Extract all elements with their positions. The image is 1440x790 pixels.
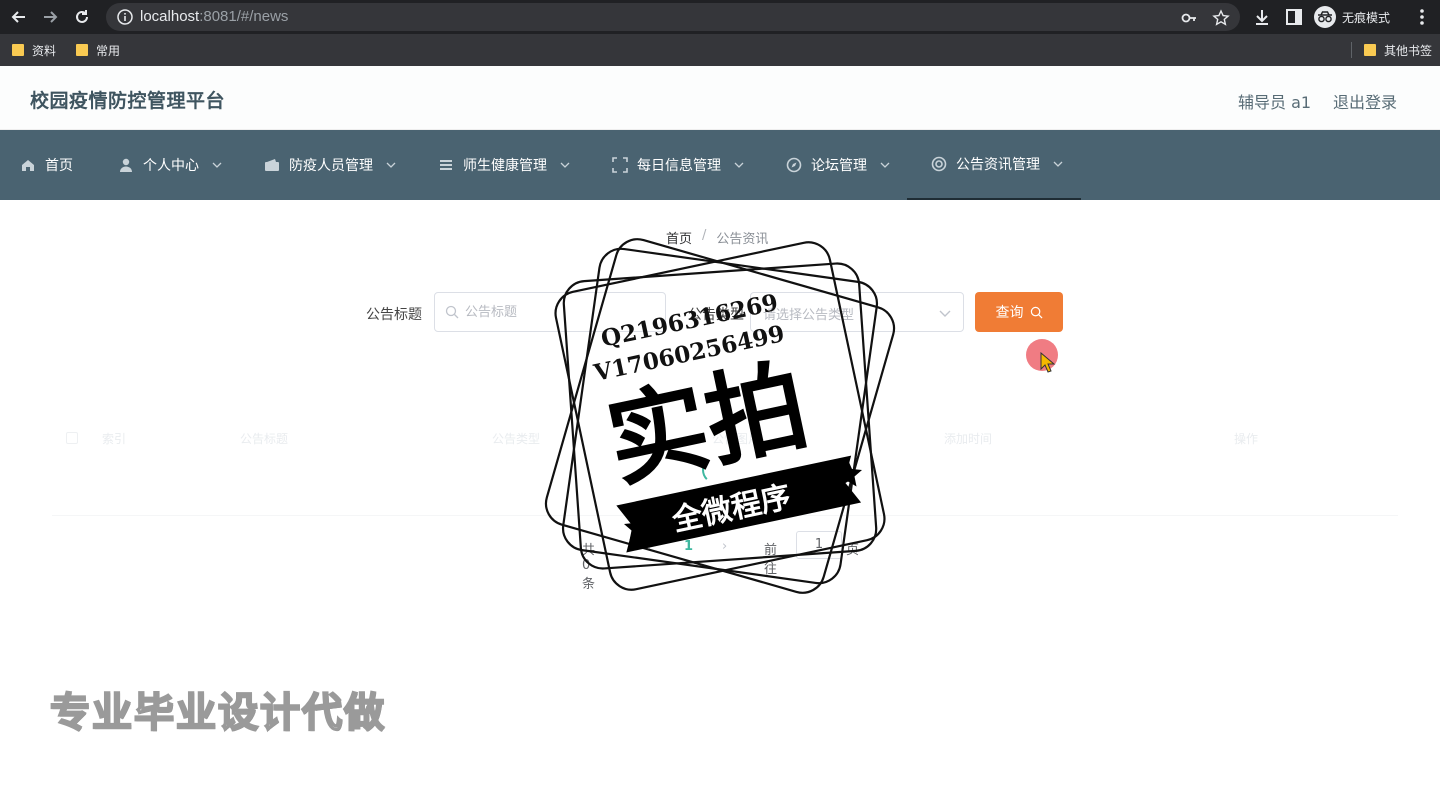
other-bookmarks[interactable]: 其他书签 bbox=[1364, 40, 1432, 60]
menu-label: 个人中心 bbox=[143, 158, 199, 174]
url-text: localhost:8081/#/news bbox=[140, 8, 288, 25]
wallet-icon bbox=[265, 159, 279, 171]
download-icon[interactable] bbox=[1252, 7, 1272, 27]
query-button-label: 查询 bbox=[995, 305, 1024, 321]
incognito-icon bbox=[1314, 6, 1336, 28]
home-icon bbox=[22, 160, 34, 171]
chevron-down-icon bbox=[734, 162, 744, 168]
bookmarks-divider bbox=[1351, 42, 1352, 58]
main-nav: 首页 个人中心 防疫人员管理 师生健康管理 每日信息管理 论坛管理 公告资讯管理 bbox=[0, 130, 1440, 200]
folder-icon bbox=[76, 44, 88, 56]
menu-label: 公告资讯管理 bbox=[956, 157, 1040, 173]
side-panel-icon[interactable] bbox=[1284, 7, 1304, 27]
chevron-down-icon bbox=[1053, 161, 1063, 167]
app-title: 校园疫情防控管理平台 bbox=[30, 90, 226, 112]
menu-item-epidemic-staff[interactable]: 防疫人员管理 bbox=[264, 130, 396, 200]
frame-icon bbox=[612, 157, 628, 173]
forward-arrow-icon bbox=[44, 11, 58, 23]
chevron-down-icon bbox=[560, 162, 570, 168]
menu-item-personal-center[interactable]: 个人中心 bbox=[118, 130, 222, 200]
chevron-down-icon bbox=[212, 162, 222, 168]
compass-icon bbox=[786, 157, 802, 173]
app-header: 校园疫情防控管理平台 辅导员 a1 退出登录 bbox=[0, 66, 1440, 130]
bookmark-folder[interactable]: 资料 bbox=[12, 40, 56, 60]
column-header: 索引 bbox=[102, 432, 127, 446]
logout-link[interactable]: 退出登录 bbox=[1333, 89, 1397, 113]
menu-item-announcements[interactable]: 公告资讯管理 bbox=[907, 130, 1081, 200]
reload-button[interactable] bbox=[71, 6, 93, 28]
bookmark-folder[interactable]: 常用 bbox=[76, 40, 120, 60]
info-icon[interactable] bbox=[116, 8, 134, 26]
incognito-label: 无痕模式 bbox=[1342, 10, 1391, 25]
query-button[interactable]: 查询 bbox=[975, 292, 1063, 332]
menu-label: 师生健康管理 bbox=[463, 158, 547, 174]
column-header: 添加时间 bbox=[944, 432, 993, 446]
search-icon bbox=[445, 305, 459, 319]
url-path: :8081/#/news bbox=[199, 8, 289, 25]
bookmarks-bar: 资料 常用 其他书签 bbox=[0, 34, 1440, 66]
browser-toolbar: localhost:8081/#/news 无痕模式 bbox=[0, 0, 1440, 34]
title-filter-label: 公告标题 bbox=[366, 307, 422, 323]
bookmark-label: 常用 bbox=[96, 43, 121, 58]
bookmark-label: 资料 bbox=[32, 43, 57, 58]
other-bookmarks-label: 其他书签 bbox=[1384, 43, 1433, 58]
search-icon bbox=[1030, 306, 1042, 318]
menu-label: 首页 bbox=[45, 158, 73, 174]
chevron-down-icon bbox=[880, 162, 890, 168]
folder-icon bbox=[12, 44, 24, 56]
person-icon bbox=[120, 158, 132, 172]
menu-label: 每日信息管理 bbox=[637, 158, 721, 174]
mouse-cursor-icon bbox=[1040, 352, 1056, 373]
menu-item-daily-info[interactable]: 每日信息管理 bbox=[612, 130, 744, 200]
menu-item-forum[interactable]: 论坛管理 bbox=[786, 130, 890, 200]
menu-label: 论坛管理 bbox=[811, 158, 867, 174]
list-icon bbox=[440, 160, 452, 170]
column-header: 公告标题 bbox=[240, 432, 289, 446]
back-arrow-icon bbox=[11, 11, 25, 23]
watermark-stamp: Q2196316269 V17060256499 实拍 全微程序 bbox=[544, 238, 896, 594]
column-header: 操作 bbox=[1234, 432, 1259, 446]
back-button[interactable] bbox=[8, 6, 30, 28]
star-icon[interactable] bbox=[1212, 9, 1230, 27]
watermark-bottom-text: 专业毕业设计代做 bbox=[49, 689, 386, 737]
lifebuoy-icon bbox=[931, 156, 947, 172]
menu-item-home[interactable]: 首页 bbox=[20, 130, 73, 200]
reload-icon bbox=[76, 10, 88, 23]
incognito-badge[interactable]: 无痕模式 bbox=[1314, 4, 1390, 30]
address-bar[interactable]: localhost:8081/#/news bbox=[106, 3, 1240, 31]
menu-item-health[interactable]: 师生健康管理 bbox=[438, 130, 570, 200]
current-user: 辅导员 a1 bbox=[1238, 93, 1312, 112]
more-menu-icon[interactable] bbox=[1414, 6, 1430, 28]
menu-label: 防疫人员管理 bbox=[289, 158, 373, 174]
url-host: localhost bbox=[140, 8, 200, 25]
select-all-checkbox[interactable] bbox=[66, 432, 78, 444]
forward-button[interactable] bbox=[39, 6, 61, 28]
key-icon[interactable] bbox=[1180, 9, 1198, 27]
folder-icon bbox=[1364, 44, 1376, 56]
chevron-down-icon bbox=[386, 162, 396, 168]
chevron-down-icon bbox=[939, 310, 951, 317]
